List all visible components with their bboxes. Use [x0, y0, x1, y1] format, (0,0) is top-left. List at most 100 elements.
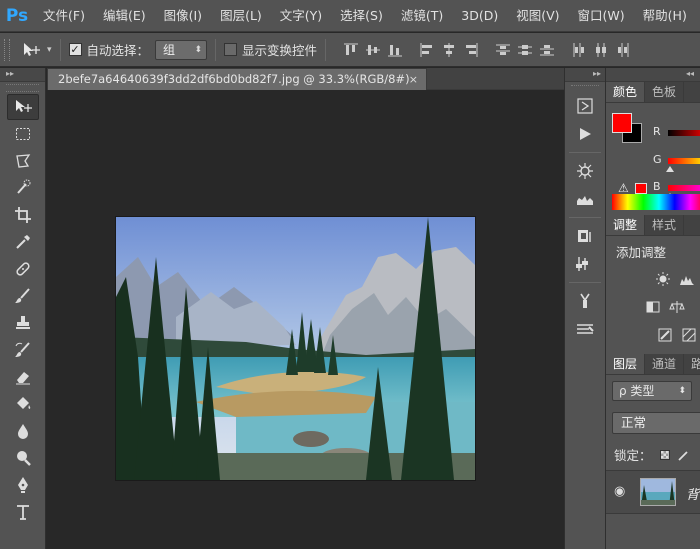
tool-presets-icon[interactable]: [569, 288, 601, 314]
tab-styles[interactable]: 样式: [645, 215, 685, 235]
distribute-right-icon[interactable]: [612, 40, 634, 60]
tab-color[interactable]: 颜色: [606, 82, 646, 102]
clone-stamp-tool-icon[interactable]: [7, 310, 39, 336]
lock-label: 锁定：: [614, 448, 652, 463]
close-icon[interactable]: ×: [409, 69, 418, 90]
black-white-icon[interactable]: [644, 298, 662, 316]
menu-help[interactable]: 帮助(H): [634, 0, 696, 32]
crop-tool-icon[interactable]: [7, 202, 39, 228]
move-tool-icon[interactable]: [7, 94, 39, 120]
channel-b-slider[interactable]: [668, 185, 700, 191]
pen-tool-icon[interactable]: [7, 472, 39, 498]
properties-panel-icon[interactable]: [569, 251, 601, 277]
tools-panel-grip[interactable]: [6, 84, 39, 92]
divider: [569, 217, 601, 218]
out-of-gamut-warning-icon[interactable]: ⚠: [618, 181, 629, 195]
photoshop-logo: Ps: [5, 5, 29, 26]
measurement-log-icon[interactable]: [569, 186, 601, 212]
layer-row[interactable]: ◉ 背: [606, 470, 700, 514]
menu-image[interactable]: 图像(I): [155, 0, 211, 32]
move-icon: [24, 42, 40, 56]
eyedropper-tool-icon[interactable]: [7, 229, 39, 255]
color-panel-tabs: 颜色 色板: [606, 82, 700, 103]
layer-kind-filter[interactable]: ρ 类型 ⬍: [612, 381, 692, 401]
align-bottom-edges-icon[interactable]: [384, 40, 406, 60]
auto-select-dropdown[interactable]: 组 ⬍: [155, 39, 208, 60]
distribute-horizontal-centers-icon[interactable]: [590, 40, 612, 60]
tab-layers[interactable]: 图层: [606, 354, 646, 374]
menu-edit[interactable]: 编辑(E): [94, 0, 155, 32]
align-buttons: [340, 40, 634, 60]
align-vertical-centers-icon[interactable]: [362, 40, 384, 60]
dock-collapse[interactable]: ▸▸: [565, 68, 605, 82]
auto-select-checkbox[interactable]: ✓: [68, 43, 82, 56]
paint-bucket-tool-icon[interactable]: [7, 391, 39, 417]
marquee-tool-icon[interactable]: [7, 121, 39, 147]
actions-play-icon[interactable]: [569, 121, 601, 147]
healing-brush-tool-icon[interactable]: [7, 256, 39, 282]
quick-select-tool-icon[interactable]: [7, 175, 39, 201]
blend-mode-dropdown[interactable]: 正常: [612, 412, 700, 434]
blur-tool-icon[interactable]: [7, 418, 39, 444]
lock-transparency-icon[interactable]: [659, 449, 670, 460]
eraser-tool-icon[interactable]: [7, 364, 39, 390]
menu-3d[interactable]: 3D(D): [452, 0, 507, 32]
menu-layer[interactable]: 图层(L): [211, 0, 271, 32]
gradient-map-icon[interactable]: [680, 326, 698, 344]
adjustments-row-3: [656, 326, 698, 344]
tab-adjustments[interactable]: 调整: [606, 215, 646, 235]
distribute-left-icon[interactable]: [568, 40, 590, 60]
menu-type[interactable]: 文字(Y): [271, 0, 331, 32]
right-panels-collapse[interactable]: ◂◂: [606, 68, 700, 82]
menu-file[interactable]: 文件(F): [34, 0, 94, 32]
color-spectrum-bar[interactable]: [612, 194, 700, 210]
align-right-edges-icon[interactable]: [460, 40, 482, 60]
channel-g-knob[interactable]: [666, 166, 674, 172]
type-tool-icon[interactable]: [7, 499, 39, 525]
history-panel-icon[interactable]: [569, 93, 601, 119]
menu-view[interactable]: 视图(V): [507, 0, 568, 32]
dodge-tool-icon[interactable]: [7, 445, 39, 471]
color-balance-icon[interactable]: [668, 298, 686, 316]
foreground-color-swatch[interactable]: [612, 113, 632, 133]
history-brush-tool-icon[interactable]: [7, 337, 39, 363]
distribute-top-icon[interactable]: [492, 40, 514, 60]
divider: [59, 38, 61, 61]
brightness-contrast-icon[interactable]: [654, 270, 672, 288]
align-left-edges-icon[interactable]: [416, 40, 438, 60]
channel-r-slider[interactable]: [668, 130, 700, 136]
align-horizontal-centers-icon[interactable]: [438, 40, 460, 60]
lock-image-pixels-icon[interactable]: [677, 449, 690, 461]
tab-channels[interactable]: 通道: [645, 354, 685, 374]
landscape-photo: [116, 217, 475, 480]
tools-panel-collapse[interactable]: ▸▸: [0, 68, 45, 82]
info-panel-icon[interactable]: [569, 223, 601, 249]
document-tab[interactable]: 2befe7a64640639f3dd2df6bd0bd82f7.jpg @ 3…: [47, 68, 427, 90]
tool-preset-picker[interactable]: ▾: [22, 42, 52, 58]
auto-select-label: 自动选择：: [86, 43, 150, 58]
invert-icon[interactable]: [656, 326, 674, 344]
brush-presets-icon[interactable]: [569, 316, 601, 342]
visibility-eye-icon[interactable]: ◉: [614, 484, 625, 499]
3d-panel-icon[interactable]: [569, 158, 601, 184]
document-image[interactable]: [116, 217, 475, 480]
adjustments-row-1: [654, 270, 696, 288]
distribute-bottom-icon[interactable]: [536, 40, 558, 60]
menu-window[interactable]: 窗口(W): [569, 0, 634, 32]
channel-g-slider[interactable]: [668, 158, 700, 164]
tab-paths[interactable]: 路: [684, 354, 700, 374]
align-top-edges-icon[interactable]: [340, 40, 362, 60]
menu-filter[interactable]: 滤镜(T): [392, 0, 452, 32]
options-grip[interactable]: [4, 38, 10, 61]
tab-swatches[interactable]: 色板: [645, 82, 685, 102]
show-transform-checkbox[interactable]: [224, 43, 238, 56]
menu-select[interactable]: 选择(S): [331, 0, 392, 32]
layers-panel: ρ 类型 ⬍ 正常 锁定： ◉ 背: [606, 375, 700, 549]
lasso-tool-icon[interactable]: [7, 148, 39, 174]
levels-icon[interactable]: [678, 270, 696, 288]
adjustments-panel-tabs: 调整 样式: [606, 215, 700, 236]
gamut-color-swatch[interactable]: [635, 183, 647, 194]
distribute-vertical-centers-icon[interactable]: [514, 40, 536, 60]
dock-grip[interactable]: [571, 85, 599, 90]
brush-tool-icon[interactable]: [7, 283, 39, 309]
